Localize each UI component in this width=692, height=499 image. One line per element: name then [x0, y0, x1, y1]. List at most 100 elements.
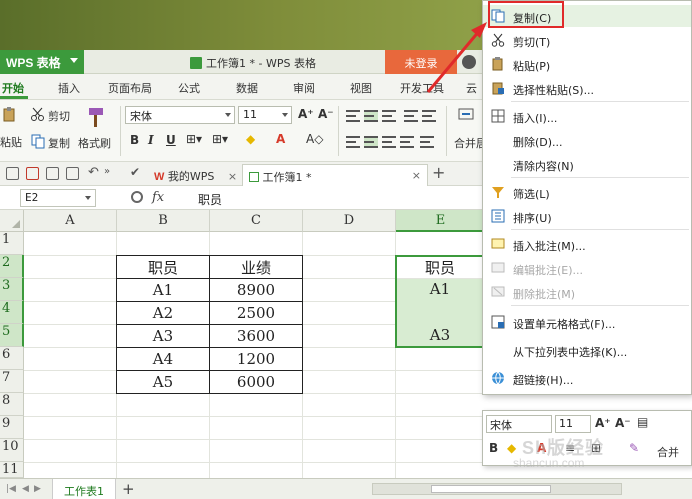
- table-cell[interactable]: A5: [116, 370, 210, 394]
- name-box[interactable]: E2: [20, 189, 96, 207]
- bold-icon[interactable]: B: [130, 133, 139, 147]
- menu-item-sort[interactable]: 排序(U): [483, 205, 691, 227]
- app-menu-button[interactable]: WPS 表格: [0, 50, 84, 74]
- first-sheet-icon[interactable]: |◀: [6, 484, 16, 494]
- new-tab-icon[interactable]: +: [432, 163, 445, 182]
- menu-item-paste-special[interactable]: 选择性粘贴(S)...: [483, 77, 691, 99]
- print-preview-icon[interactable]: [66, 167, 79, 180]
- tab-data[interactable]: 数据: [236, 80, 258, 96]
- doc-tab-workbook[interactable]: 工作簿1 * ×: [242, 164, 428, 186]
- column-header-b[interactable]: B: [117, 210, 210, 232]
- row-header-3[interactable]: 3: [0, 278, 24, 301]
- row-header-9[interactable]: 9: [0, 416, 24, 439]
- doc-tab-my-wps[interactable]: W 我的WPS ×: [148, 164, 243, 186]
- tab-review[interactable]: 审阅: [293, 80, 315, 96]
- row-header-8[interactable]: 8: [0, 393, 24, 416]
- increase-font-icon[interactable]: A⁺: [595, 416, 611, 430]
- align-right-icon[interactable]: [382, 136, 396, 148]
- sheet-tab[interactable]: 工作表1: [52, 479, 116, 499]
- fill-color-icon[interactable]: ◆: [507, 441, 516, 455]
- menu-item-pick-from-list[interactable]: 从下拉列表中选择(K)...: [483, 339, 691, 361]
- column-header-a[interactable]: A: [24, 210, 117, 232]
- bold-icon[interactable]: B: [489, 441, 498, 455]
- menu-item-format-cells[interactable]: 设置单元格格式(F)...: [483, 311, 691, 333]
- align-bottom-icon[interactable]: [382, 110, 396, 122]
- fill-color-icon[interactable]: ◆: [246, 132, 255, 146]
- clear-format-icon[interactable]: A◇: [306, 132, 323, 146]
- align-left-icon[interactable]: [346, 136, 360, 148]
- table-cell[interactable]: 3600: [209, 324, 303, 348]
- prev-sheet-icon[interactable]: ◀: [22, 484, 29, 494]
- save-icon[interactable]: [6, 167, 19, 180]
- format-painter-button[interactable]: 格式刷: [78, 135, 111, 151]
- scrollbar-thumb[interactable]: [431, 485, 551, 493]
- table-cell[interactable]: A3: [116, 324, 210, 348]
- mini-merge-button[interactable]: 合并: [657, 444, 679, 460]
- row-header-4[interactable]: 4: [0, 301, 24, 324]
- copy-button[interactable]: 复制: [48, 135, 70, 151]
- horizontal-scrollbar[interactable]: [372, 483, 622, 495]
- menu-item-hyperlink[interactable]: 超链接(H)...: [483, 367, 691, 389]
- menu-item-filter[interactable]: 筛选(L): [483, 181, 691, 203]
- login-button[interactable]: 未登录: [385, 50, 457, 74]
- row-header-7[interactable]: 7: [0, 370, 24, 393]
- italic-icon[interactable]: I: [148, 133, 154, 147]
- user-icon[interactable]: [462, 55, 476, 69]
- search-icon[interactable]: [131, 191, 143, 203]
- font-color-icon[interactable]: A: [276, 132, 285, 146]
- row-header-5[interactable]: 5: [0, 324, 24, 347]
- column-header-d[interactable]: D: [303, 210, 396, 232]
- menu-item-delete[interactable]: 删除(D)...: [483, 129, 691, 151]
- align-center-icon[interactable]: [364, 136, 378, 148]
- row-header-2[interactable]: 2: [0, 255, 24, 278]
- row-header-1[interactable]: 1: [0, 232, 24, 255]
- menu-item-paste[interactable]: 粘贴(P): [483, 53, 691, 75]
- more-icon[interactable]: »: [104, 166, 110, 177]
- fx-icon[interactable]: fx: [152, 190, 164, 205]
- menu-item-cut[interactable]: 剪切(T): [483, 29, 691, 51]
- format-painter-icon[interactable]: ✎: [629, 441, 639, 455]
- row-header-6[interactable]: 6: [0, 347, 24, 370]
- table-cell[interactable]: 2500: [209, 301, 303, 325]
- menu-item-delete-comment[interactable]: 删除批注(M): [483, 281, 691, 303]
- decrease-font-icon[interactable]: A⁻: [615, 416, 631, 430]
- underline-icon[interactable]: U: [166, 133, 176, 147]
- print-icon[interactable]: [46, 167, 59, 180]
- tab-developer[interactable]: 开发工具: [400, 80, 444, 96]
- border-icon[interactable]: ⊞▾: [186, 132, 202, 146]
- tab-view[interactable]: 视图: [350, 80, 372, 96]
- row-header-10[interactable]: 10: [0, 439, 24, 462]
- mini-font-size-select[interactable]: 11: [555, 415, 591, 433]
- table-cell[interactable]: 1200: [209, 347, 303, 371]
- formula-input[interactable]: 职员: [198, 191, 222, 208]
- align-top-icon[interactable]: [346, 110, 360, 122]
- menu-item-insert[interactable]: 插入(I)...: [483, 105, 691, 127]
- tab-cloud[interactable]: 云: [466, 80, 477, 96]
- table-cell[interactable]: A4: [116, 347, 210, 371]
- format-painter-icon[interactable]: [86, 106, 106, 128]
- table-style-icon[interactable]: ▤: [637, 415, 648, 429]
- tab-page-layout[interactable]: 页面布局: [108, 80, 152, 96]
- menu-item-insert-comment[interactable]: 插入批注(M)...: [483, 233, 691, 255]
- table-cell[interactable]: 职员: [116, 255, 210, 279]
- paste-label[interactable]: 粘贴: [0, 134, 22, 150]
- font-family-select[interactable]: 宋体: [125, 106, 235, 124]
- menu-item-edit-comment[interactable]: 编辑批注(E)...: [483, 257, 691, 279]
- table-cell[interactable]: A2: [116, 301, 210, 325]
- decrease-font-icon[interactable]: A⁻: [318, 107, 334, 121]
- column-header-e[interactable]: E: [396, 210, 486, 232]
- merge-icon[interactable]: [458, 106, 474, 122]
- export-pdf-icon[interactable]: [26, 167, 39, 180]
- customize-icon[interactable]: ✔: [130, 165, 140, 179]
- justify-icon[interactable]: [400, 136, 414, 148]
- undo-icon[interactable]: ↶: [88, 165, 99, 180]
- table-cell[interactable]: 业绩: [209, 255, 303, 279]
- indent-increase-icon[interactable]: [422, 110, 436, 122]
- table-cell[interactable]: A1: [116, 278, 210, 302]
- align-middle-icon[interactable]: [364, 110, 378, 122]
- indent-decrease-icon[interactable]: [404, 110, 418, 122]
- tab-home[interactable]: 开始: [2, 80, 24, 96]
- mini-font-select[interactable]: 宋体: [486, 415, 552, 433]
- distributed-icon[interactable]: [420, 136, 434, 148]
- close-icon[interactable]: ×: [228, 170, 237, 183]
